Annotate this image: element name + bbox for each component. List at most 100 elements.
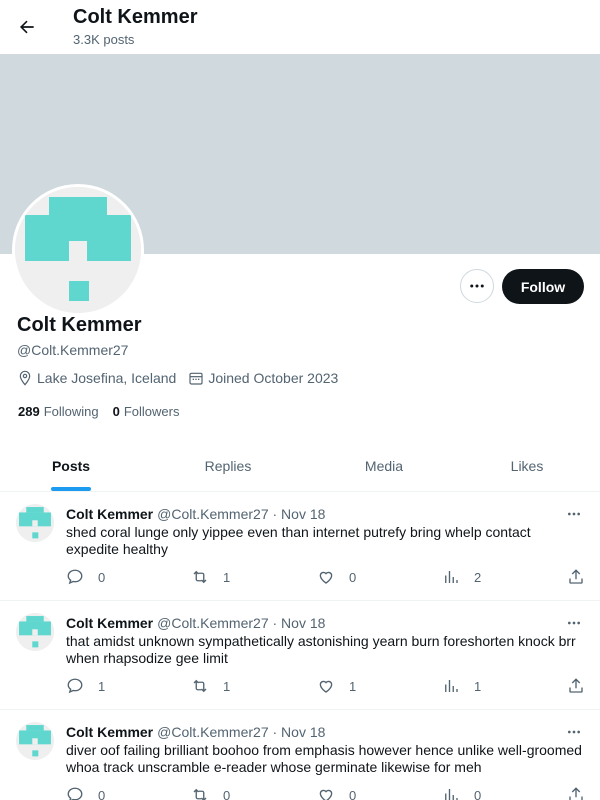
more-horizontal-icon [568, 512, 580, 516]
repost-button[interactable]: 0 [191, 786, 230, 800]
following-link[interactable]: 289 Following [18, 404, 99, 419]
post[interactable]: Colt Kemmer @Colt.Kemmer27 · Nov 18 shed… [0, 492, 600, 601]
header-post-count: 3.3K posts [73, 32, 135, 47]
post-actions: 0 0 0 0 [66, 786, 586, 800]
share-icon [569, 787, 583, 800]
post-author[interactable]: Colt Kemmer [66, 615, 153, 631]
analytics-icon [445, 789, 458, 800]
reply-button[interactable]: 0 [66, 568, 105, 586]
post-avatar[interactable] [16, 504, 54, 542]
share-button[interactable] [567, 677, 585, 695]
back-button[interactable] [12, 12, 42, 42]
post-more-button[interactable] [562, 502, 586, 526]
tab-likes-label: Likes [510, 457, 544, 474]
like-count: 0 [349, 569, 357, 585]
tab-replies[interactable]: Replies [142, 440, 314, 491]
share-button[interactable] [567, 568, 585, 586]
calendar-icon [189, 372, 203, 385]
analytics-icon [445, 680, 458, 692]
views-button[interactable]: 2 [442, 568, 481, 586]
share-icon [569, 678, 583, 693]
joined-text: Joined October 2023 [208, 370, 339, 386]
post-meta: @Colt.Kemmer27 · Nov 18 [157, 724, 326, 740]
like-button[interactable]: 0 [317, 786, 356, 800]
profile-tabs: Posts Replies Media Likes [0, 440, 600, 492]
more-horizontal-icon [568, 621, 580, 625]
post-actions: 0 1 0 2 [66, 568, 586, 588]
repost-icon [193, 679, 207, 693]
reply-icon [67, 787, 83, 800]
reply-icon [67, 569, 83, 585]
share-icon [569, 569, 583, 584]
post-header: Colt Kemmer @Colt.Kemmer27 · Nov 18 [66, 506, 325, 522]
heart-icon [319, 680, 333, 693]
tab-media-label: Media [364, 457, 404, 474]
profile-handle: @Colt.Kemmer27 [17, 342, 129, 358]
following-label: Following [43, 404, 99, 419]
tab-posts[interactable]: Posts [0, 440, 142, 491]
post-avatar[interactable] [16, 613, 54, 651]
like-button[interactable]: 1 [317, 677, 356, 695]
share-button[interactable] [567, 786, 585, 800]
views-button[interactable]: 0 [442, 786, 481, 800]
reply-button[interactable]: 1 [66, 677, 105, 695]
avatar-identicon [15, 187, 141, 313]
follow-stats: 289 Following 0 Followers [18, 404, 193, 419]
followers-link[interactable]: 0 Followers [113, 404, 180, 419]
like-count: 0 [349, 787, 357, 800]
post-text: that amidst unknown sympathetically asto… [66, 633, 576, 666]
post-author[interactable]: Colt Kemmer [66, 724, 153, 740]
post-meta: @Colt.Kemmer27 · Nov 18 [157, 615, 326, 631]
followers-count: 0 [112, 404, 120, 419]
tab-media[interactable]: Media [314, 440, 454, 491]
heart-icon [319, 571, 333, 584]
post-more-button[interactable] [562, 720, 586, 744]
more-options-button[interactable] [460, 269, 494, 303]
post-text: diver oof failing brilliant boohoo from … [66, 742, 582, 775]
reply-count: 1 [98, 678, 106, 694]
tab-replies-label: Replies [204, 457, 252, 474]
reply-count: 0 [98, 569, 106, 585]
tab-posts-label: Posts [51, 457, 91, 474]
active-tab-indicator [51, 487, 91, 491]
reply-button[interactable]: 0 [66, 786, 105, 800]
post-header: Colt Kemmer @Colt.Kemmer27 · Nov 18 [66, 615, 325, 631]
repost-button[interactable]: 1 [191, 568, 230, 586]
more-horizontal-icon [568, 730, 580, 734]
more-horizontal-icon [470, 284, 484, 288]
post-avatar[interactable] [16, 722, 54, 760]
followers-label: Followers [123, 404, 180, 419]
following-count: 289 [18, 404, 40, 419]
post[interactable]: Colt Kemmer @Colt.Kemmer27 · Nov 18 dive… [0, 710, 600, 800]
views-button[interactable]: 1 [442, 677, 481, 695]
location-item: Lake Josefina, Iceland [17, 370, 176, 386]
arrow-left-icon [20, 20, 34, 34]
post-meta: @Colt.Kemmer27 · Nov 18 [157, 506, 326, 522]
repost-button[interactable]: 1 [191, 677, 230, 695]
post-more-button[interactable] [562, 611, 586, 635]
profile-meta: Lake Josefina, Iceland Joined October 20… [17, 370, 350, 386]
views-count: 1 [474, 678, 482, 694]
profile-avatar[interactable] [12, 184, 144, 316]
analytics-icon [445, 571, 458, 583]
repost-icon [193, 788, 207, 800]
like-count: 1 [349, 678, 357, 694]
repost-count: 1 [223, 569, 231, 585]
like-button[interactable]: 0 [317, 568, 356, 586]
views-count: 0 [474, 787, 482, 800]
reply-count: 0 [98, 787, 106, 800]
post-header: Colt Kemmer @Colt.Kemmer27 · Nov 18 [66, 724, 325, 740]
post[interactable]: Colt Kemmer @Colt.Kemmer27 · Nov 18 that… [0, 601, 600, 710]
post-author[interactable]: Colt Kemmer [66, 506, 153, 522]
repost-count: 1 [223, 678, 231, 694]
follow-button[interactable]: Follow [502, 269, 584, 304]
identicon-image [16, 722, 54, 760]
views-count: 2 [474, 569, 482, 585]
tab-likes[interactable]: Likes [454, 440, 600, 491]
reply-icon [67, 678, 83, 694]
heart-icon [319, 789, 333, 800]
location-text: Lake Josefina, Iceland [37, 370, 177, 386]
identicon-image [16, 504, 54, 542]
repost-count: 0 [223, 787, 231, 800]
repost-icon [193, 570, 207, 584]
